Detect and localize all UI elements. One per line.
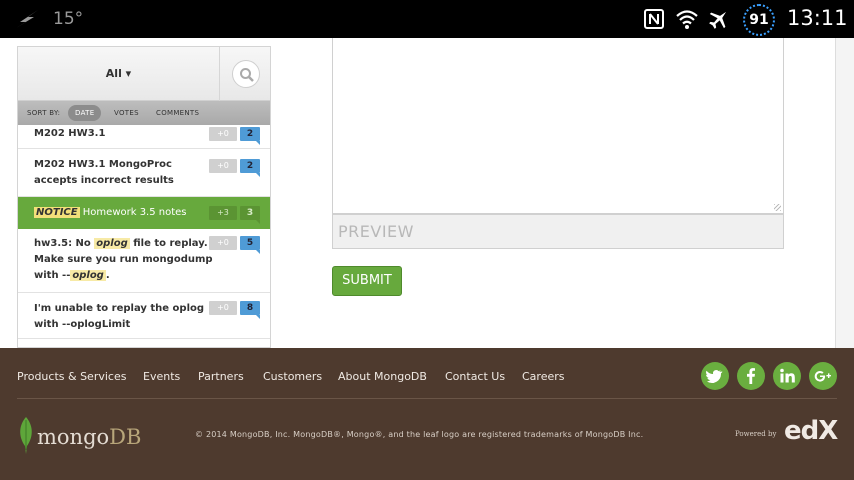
thread-comments: 2 (240, 159, 260, 177)
thread-item[interactable]: hw3.5: No oplog file to replay. Make sur… (18, 229, 270, 293)
thread-comments: 3 (240, 206, 260, 224)
discussion-sidebar: All ▾ SORT BY: DATE VOTES COMMENTS M202 … (17, 46, 271, 348)
temperature: 15° (53, 9, 84, 29)
airplane-mode-icon (709, 11, 727, 29)
thread-title: M202 HW3.1 (34, 128, 106, 139)
footer-link-about[interactable]: About MongoDB (338, 370, 427, 383)
thread-title-text: Homework 3.5 notes (82, 207, 187, 218)
thread-title-line1: I'm unable to replay the oplog (34, 303, 205, 314)
edx-logo[interactable]: edX (784, 416, 838, 446)
thread-title-line2: Make sure you run mongodump (34, 254, 213, 265)
submit-button[interactable]: SUBMIT (332, 266, 402, 296)
thread-comments: 8 (240, 301, 260, 319)
footer-link-partners[interactable]: Partners (198, 370, 244, 383)
reply-editor[interactable] (332, 38, 784, 214)
thread-item[interactable]: M202 HW3.1 +0 2 (18, 125, 270, 149)
powered-by-label: Powered by (735, 430, 777, 438)
resize-handle-icon[interactable] (774, 204, 781, 211)
leaf-icon (20, 417, 32, 454)
thread-comments: 2 (240, 127, 260, 145)
thread-title-line1: hw3.5: No oplog file to replay. (34, 238, 208, 249)
thread-votes: +3 (209, 206, 237, 220)
sort-date[interactable]: DATE (68, 105, 102, 121)
search-icon (240, 68, 254, 82)
filter-bar: All ▾ (18, 47, 270, 101)
linkedin-icon[interactable] (773, 362, 801, 390)
notice-badge: NOTICE (34, 207, 80, 218)
page-content: All ▾ SORT BY: DATE VOTES COMMENTS M202 … (0, 38, 854, 348)
footer-link-careers[interactable]: Careers (522, 370, 565, 383)
thread-votes: +0 (209, 127, 237, 141)
thread-title-line1: M202 HW3.1 MongoProc (34, 159, 172, 170)
sort-by-label: SORT BY: (27, 109, 61, 117)
footer-divider (17, 398, 837, 399)
thread-votes: +0 (209, 159, 237, 173)
thread-item-notice[interactable]: NOTICE Homework 3.5 notes +3 3 (18, 197, 270, 229)
search-highlight: oplog (94, 238, 130, 249)
thread-votes: +0 (209, 236, 237, 250)
thread-title-line2: accepts incorrect results (34, 175, 174, 186)
footer-link-products[interactable]: Products & Services (17, 370, 126, 383)
thread-comments: 5 (240, 236, 260, 254)
thread-title: NOTICE Homework 3.5 notes (34, 205, 187, 221)
facebook-icon[interactable] (737, 362, 765, 390)
footer-link-events[interactable]: Events (143, 370, 180, 383)
thread-list: M202 HW3.1 +0 2 M202 HW3.1 MongoProc acc… (18, 125, 270, 339)
preview-area: PREVIEW (332, 214, 784, 249)
footer-link-customers[interactable]: Customers (263, 370, 322, 383)
weather-icon (16, 10, 38, 28)
search-highlight: oplog (70, 270, 106, 281)
thread-title-line3: with -- oplog. (34, 270, 110, 281)
footer: Products & Services Events Partners Cust… (0, 348, 854, 480)
twitter-icon[interactable] (701, 362, 729, 390)
nfc-icon (644, 9, 664, 29)
logo-wordmark: mongoDB (37, 425, 142, 449)
sort-votes[interactable]: VOTES (107, 105, 146, 121)
thread-title-line2: with --oplogLimit (34, 319, 131, 330)
thread-item[interactable]: I'm unable to replay the oplog with --op… (18, 293, 270, 339)
sort-bar: SORT BY: DATE VOTES COMMENTS (18, 101, 270, 125)
footer-link-contact[interactable]: Contact Us (445, 370, 505, 383)
battery-indicator: 91 (743, 4, 775, 36)
main-panel: All ▾ SORT BY: DATE VOTES COMMENTS M202 … (0, 38, 836, 348)
thread-item[interactable]: M202 HW3.1 MongoProc accepts incorrect r… (18, 149, 270, 197)
filter-dropdown[interactable]: All ▾ (18, 47, 220, 101)
search-button[interactable] (232, 60, 260, 88)
copyright-text: © 2014 MongoDB, Inc. MongoDB®, Mongo®, a… (195, 430, 644, 439)
wifi-icon (676, 10, 698, 29)
google-plus-icon[interactable] (809, 362, 837, 390)
status-bar: 15° 91 13:11 (0, 0, 854, 38)
thread-votes: +0 (209, 301, 237, 315)
sort-comments[interactable]: COMMENTS (149, 105, 206, 121)
clock: 13:11 (787, 6, 848, 30)
